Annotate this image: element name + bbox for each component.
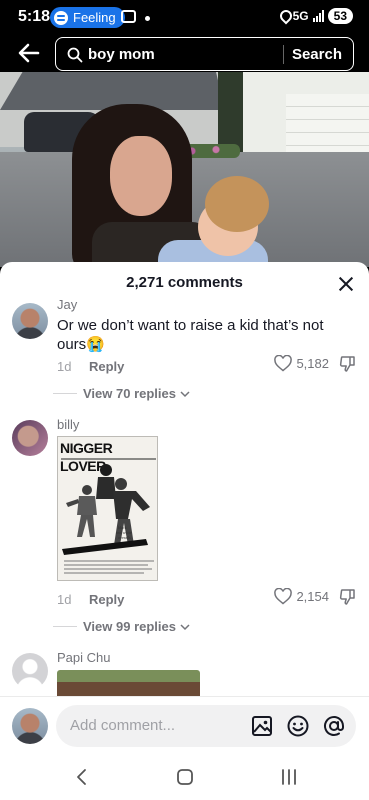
- comment-item: Jay Or we don’t want to raise a kid that…: [0, 298, 369, 408]
- comment-item: billy NIGGER LOVER black and white overa…: [0, 416, 369, 646]
- heart-icon: [274, 355, 293, 372]
- reply-button[interactable]: Reply: [89, 592, 124, 607]
- status-bar: 5:18 Feeling 5G 53: [0, 0, 369, 34]
- search-icon: [67, 47, 83, 63]
- comments-list[interactable]: Jay Or we don’t want to raise a kid that…: [0, 298, 369, 696]
- comment-text: Or we don’t want to raise a kid that’s n…: [57, 317, 324, 353]
- mention-icon[interactable]: [322, 714, 346, 738]
- like-button[interactable]: 5,182: [274, 355, 329, 372]
- view-replies-button[interactable]: View 70 replies: [83, 386, 190, 401]
- svg-text:overalls: overalls: [118, 535, 131, 540]
- comment-item: Papi Chu: [0, 648, 369, 696]
- chevron-down-icon: [180, 391, 190, 398]
- like-count: 2,154: [296, 589, 329, 604]
- status-indicators: 5G 53: [279, 8, 353, 24]
- comment-image[interactable]: [57, 670, 200, 696]
- comments-sheet: 2,271 comments Jay Or we don’t want to r…: [0, 262, 369, 800]
- search-input[interactable]: boy mom: [88, 46, 155, 63]
- replies-divider: [53, 393, 77, 394]
- avatar[interactable]: [12, 653, 48, 689]
- heart-icon: [274, 588, 293, 605]
- now-playing-label: Feeling: [73, 10, 116, 25]
- search-header: boy mom Search: [0, 34, 369, 72]
- view-replies-button[interactable]: View 99 replies: [83, 619, 190, 634]
- chevron-down-icon: [180, 624, 190, 631]
- comments-count-title: 2,271 comments: [126, 274, 243, 291]
- comment-age: 1d: [57, 359, 72, 374]
- battery-icon: 53: [327, 8, 353, 24]
- comment-username[interactable]: billy: [57, 417, 79, 432]
- avatar: [12, 708, 48, 744]
- comment-username[interactable]: Papi Chu: [57, 650, 110, 665]
- spotify-icon: [54, 10, 68, 25]
- network-type: 5G: [292, 9, 309, 23]
- screen-record-icon: [121, 10, 136, 23]
- avatar[interactable]: [12, 303, 48, 339]
- comment-input[interactable]: Add comment...: [56, 705, 356, 747]
- replies-divider: [53, 626, 77, 627]
- nav-recents-icon[interactable]: [279, 767, 299, 787]
- comment-image[interactable]: NIGGER LOVER black and white overalls: [57, 436, 158, 581]
- like-count: 5,182: [296, 356, 329, 371]
- back-arrow-icon[interactable]: [16, 40, 42, 66]
- image-icon[interactable]: [250, 714, 274, 738]
- spotify-now-playing-pill[interactable]: Feeling: [50, 7, 125, 28]
- emoji-icon[interactable]: [286, 714, 310, 738]
- nav-home-icon[interactable]: [175, 767, 195, 787]
- search-box[interactable]: boy mom Search: [55, 37, 354, 71]
- dislike-icon[interactable]: [339, 588, 357, 606]
- search-button[interactable]: Search: [292, 46, 342, 63]
- comment-username[interactable]: Jay: [57, 298, 77, 312]
- comment-composer: Add comment...: [0, 696, 369, 754]
- status-time: 5:18: [18, 8, 51, 25]
- reply-button[interactable]: Reply: [89, 359, 124, 374]
- comment-placeholder: Add comment...: [70, 717, 176, 734]
- system-nav-bar: [0, 754, 369, 800]
- close-icon[interactable]: [336, 274, 356, 294]
- video-preview[interactable]: [0, 72, 369, 267]
- signal-icon: [312, 10, 324, 22]
- like-button[interactable]: 2,154: [274, 588, 329, 605]
- nav-back-icon[interactable]: [72, 767, 92, 787]
- search-divider: [283, 45, 284, 64]
- notification-dot-icon: [145, 16, 150, 21]
- location-icon: [279, 10, 289, 23]
- comment-age: 1d: [57, 592, 72, 607]
- avatar[interactable]: [12, 420, 48, 456]
- dislike-icon[interactable]: [339, 355, 357, 373]
